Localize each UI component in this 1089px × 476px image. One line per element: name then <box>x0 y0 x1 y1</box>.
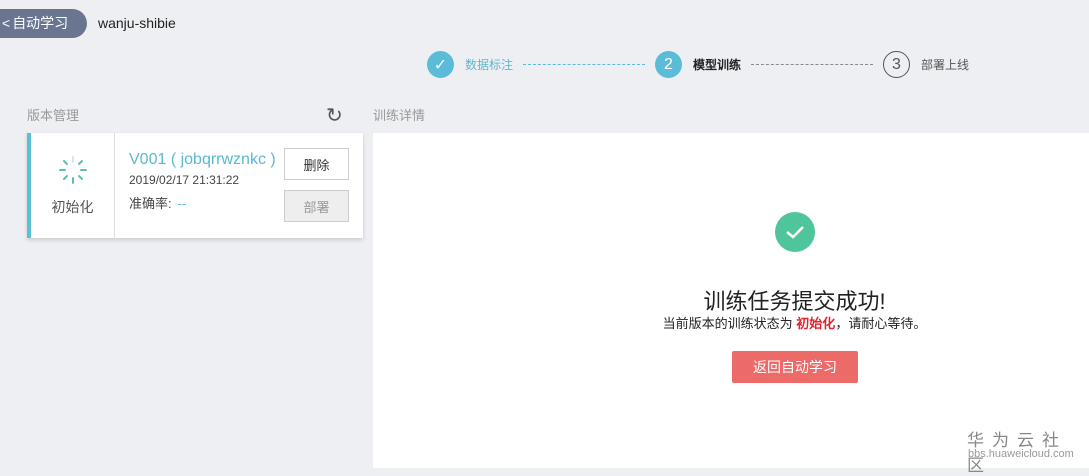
step-connector <box>751 64 873 65</box>
step-data-labeling: ✓ 数据标注 <box>427 51 513 78</box>
success-title: 训练任务提交成功! <box>703 289 886 314</box>
project-name: wanju-shibie <box>98 15 176 31</box>
chevron-left-icon: < <box>2 15 11 31</box>
delete-button[interactable]: 删除 <box>284 148 349 180</box>
status-message: 当前版本的训练状态为 初始化，请耐心等待。 <box>662 316 927 331</box>
version-panel-title: 版本管理 <box>27 108 80 123</box>
refresh-icon[interactable]: ↻ <box>326 103 343 128</box>
deploy-button[interactable]: 部署 <box>284 190 349 222</box>
version-card[interactable]: 初始化 V001 ( jobqrrwznkc ) 2019/02/17 21:3… <box>27 133 363 238</box>
step-connector <box>523 64 645 65</box>
status-label: 初始化 <box>51 198 94 215</box>
loading-spinner-icon <box>58 155 87 184</box>
step-deploy: 3 部署上线 <box>883 51 969 78</box>
watermark-url: bbs.huaweicloud.com <box>968 448 1074 460</box>
back-button[interactable]: < 自动学习 <box>0 9 87 38</box>
check-icon: ✓ <box>427 51 454 78</box>
return-button[interactable]: 返回自动学习 <box>732 351 858 383</box>
detail-title: 训练详情 <box>373 108 426 123</box>
step-model-training: 2 模型训练 <box>655 51 741 78</box>
success-check-icon <box>775 212 815 252</box>
